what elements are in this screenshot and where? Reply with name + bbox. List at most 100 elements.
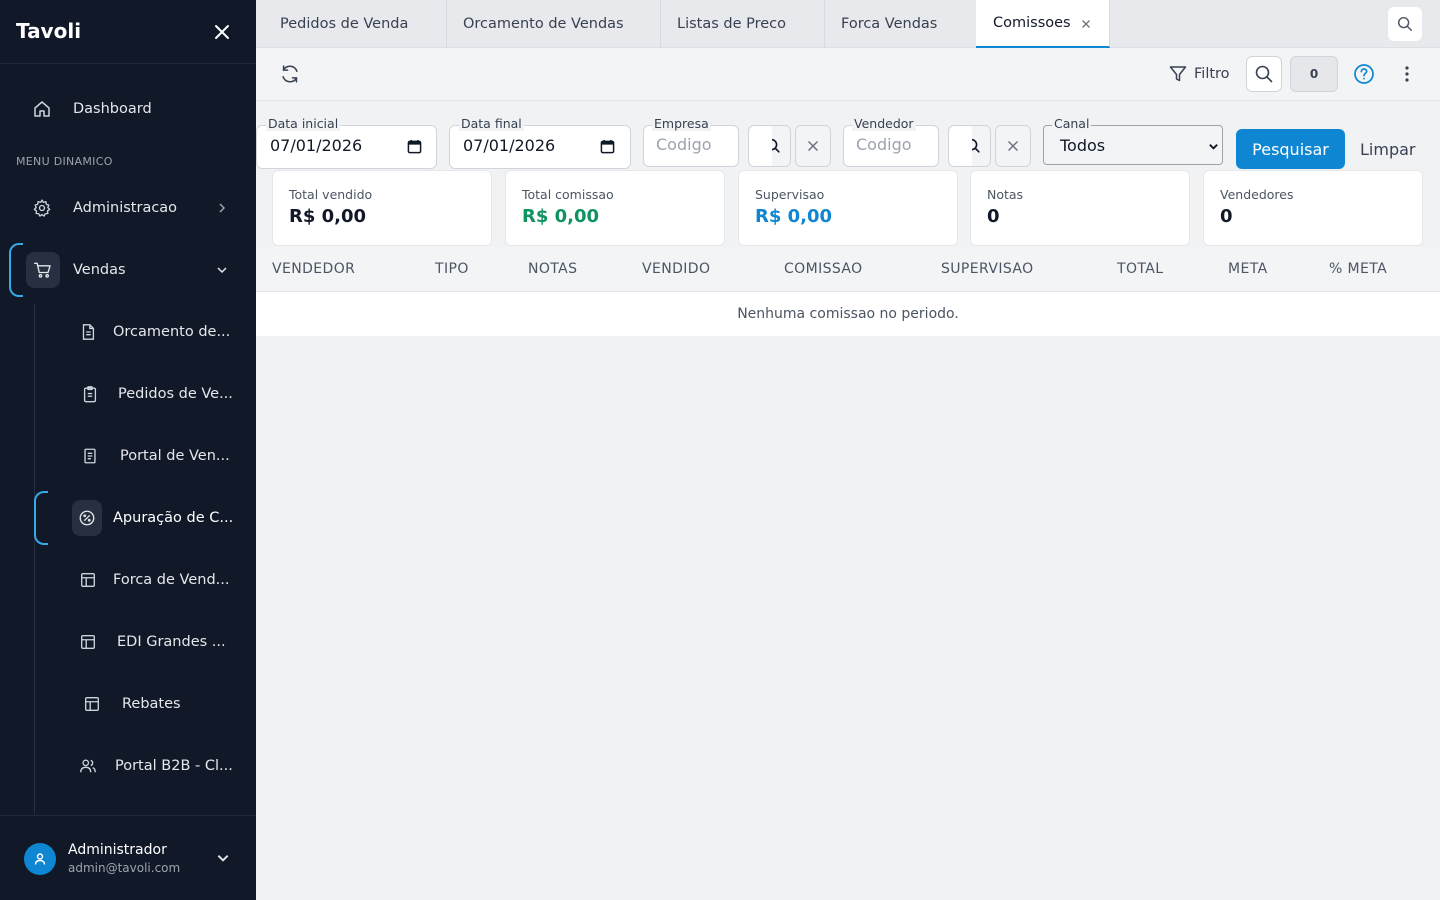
card-value: R$ 0,00 <box>755 206 833 227</box>
column-header-comissao[interactable]: COMISSAO <box>784 261 863 277</box>
refresh-icon <box>282 65 298 83</box>
canal-label: Canal <box>1052 116 1092 131</box>
sidebar-header: Tavoli <box>0 0 256 64</box>
sidebar-subitem-apuracao[interactable]: Apuração de C... <box>72 494 240 542</box>
sidebar-subitem-portal-b2b[interactable]: Portal B2B - Cl... <box>72 742 240 790</box>
data-final-label: Data final <box>459 116 524 131</box>
tab-label: Forca Vendas <box>841 16 938 32</box>
submenu-guide-line <box>34 304 35 814</box>
sidebar-subitem-pedidos[interactable]: Pedidos de Ve... <box>74 370 240 418</box>
tab-label: Orcamento de Vendas <box>463 16 624 32</box>
sidebar-item-label: Orcamento de... <box>113 324 231 340</box>
file-text-icon <box>72 316 104 348</box>
sidebar-item-label: EDI Grandes ... <box>117 634 226 650</box>
search-icon <box>1397 16 1413 32</box>
data-final-value: 07/01/2026 <box>463 136 556 155</box>
pesquisar-button[interactable]: Pesquisar <box>1236 129 1345 169</box>
table-header: VENDEDOR TIPO NOTAS VENDIDO COMISSAO SUP… <box>256 247 1440 292</box>
sidebar-item-label: Rebates <box>122 696 181 712</box>
close-icon <box>807 140 819 152</box>
column-header-vendido[interactable]: VENDIDO <box>642 261 710 277</box>
sidebar-item-dashboard[interactable]: Dashboard <box>26 85 240 133</box>
empresa-label: Empresa <box>652 116 711 131</box>
empresa-placeholder: Codigo <box>656 135 712 154</box>
more-vertical-icon[interactable] <box>1396 63 1418 85</box>
sidebar-item-label: Forca de Vend... <box>113 572 230 588</box>
close-sidebar-icon[interactable] <box>212 22 232 42</box>
search-icon <box>1255 65 1273 83</box>
table-empty-message: Nenhuma comissao no periodo. <box>256 292 1440 336</box>
calendar-icon[interactable] <box>407 139 422 154</box>
layout-icon <box>72 626 104 658</box>
sidebar-subitem-orcamento[interactable]: Orcamento de... <box>72 308 240 356</box>
toolbar-search-button[interactable] <box>1246 56 1282 92</box>
summary-card-supervisao: Supervisao R$ 0,00 <box>738 170 958 246</box>
filter-button[interactable]: Filtro <box>1168 63 1230 85</box>
canal-select[interactable]: Todos <box>1043 125 1223 165</box>
chevron-down-icon[interactable] <box>216 851 230 865</box>
column-header-notas[interactable]: NOTAS <box>528 261 577 277</box>
user-icon <box>34 853 46 865</box>
user-menu[interactable]: Administrador admin@tavoli.com <box>0 815 256 900</box>
active-indicator <box>9 243 23 297</box>
empresa-clear-button[interactable] <box>795 125 831 167</box>
app-logo-text: Tavoli <box>16 19 82 43</box>
canal-selected-value: Todos <box>1060 136 1106 155</box>
calendar-icon[interactable] <box>600 139 615 154</box>
limpar-button[interactable]: Limpar <box>1360 129 1415 169</box>
chevron-right-icon <box>219 203 226 213</box>
tab-listas-preco[interactable]: Listas de Preco <box>660 0 825 48</box>
sidebar-item-administracao[interactable]: Administracao <box>26 184 240 232</box>
card-value: R$ 0,00 <box>522 206 600 227</box>
column-header-total[interactable]: TOTAL <box>1117 261 1163 277</box>
filter-label: Filtro <box>1194 66 1230 82</box>
tab-forca-vendas[interactable]: Forca Vendas <box>824 0 977 48</box>
card-label: Notas <box>987 187 1024 202</box>
close-tab-icon[interactable] <box>1079 17 1093 31</box>
cart-icon <box>26 252 60 288</box>
sidebar-subitem-forca-vendas[interactable]: Forca de Vend... <box>72 556 240 604</box>
layout-icon <box>76 688 108 720</box>
user-email: admin@tavoli.com <box>68 861 181 875</box>
chevron-down-icon <box>217 267 227 274</box>
sidebar-item-label: Dashboard <box>73 101 152 117</box>
sidebar-subitem-rebates[interactable]: Rebates <box>76 680 240 728</box>
vendedor-placeholder: Codigo <box>856 135 912 154</box>
tab-label: Comissoes <box>993 15 1071 31</box>
sidebar-subitem-edi[interactable]: EDI Grandes ... <box>72 618 240 666</box>
card-label: Total vendido <box>289 187 373 202</box>
card-label: Supervisao <box>755 187 825 202</box>
column-header-percent-meta[interactable]: % META <box>1329 261 1387 277</box>
layout-icon <box>72 564 104 596</box>
section-title: MENU DINAMICO <box>16 155 113 168</box>
sidebar-item-label: Portal B2B - Cl... <box>115 758 233 774</box>
summary-card-notas: Notas 0 <box>970 170 1190 246</box>
vendedor-addon <box>948 125 972 167</box>
empresa-addon <box>748 125 772 167</box>
card-value: R$ 0,00 <box>289 206 367 227</box>
sidebar-item-label: Pedidos de Ve... <box>118 386 233 402</box>
card-label: Vendedores <box>1220 187 1294 202</box>
tab-pedidos-venda[interactable]: Pedidos de Venda <box>263 0 447 48</box>
column-header-meta[interactable]: META <box>1228 261 1268 277</box>
tab-comissoes[interactable]: Comissoes <box>976 0 1110 48</box>
tab-orcamento-vendas[interactable]: Orcamento de Vendas <box>446 0 661 48</box>
sidebar-item-vendas[interactable]: Vendas <box>26 246 240 294</box>
close-icon <box>1007 140 1019 152</box>
column-header-tipo[interactable]: TIPO <box>435 261 469 277</box>
sidebar-subitem-portal-vendas[interactable]: Portal de Ven... <box>74 432 240 480</box>
column-header-supervisao[interactable]: SUPERVISAO <box>941 261 1034 277</box>
card-value: 0 <box>1220 206 1233 227</box>
filter-icon <box>1169 66 1187 82</box>
column-header-vendedor[interactable]: VENDEDOR <box>272 261 355 277</box>
gear-icon <box>26 192 58 224</box>
refresh-button[interactable] <box>276 62 304 86</box>
tab-bar: Pedidos de Venda Orcamento de Vendas Lis… <box>256 0 1440 48</box>
avatar <box>24 843 56 875</box>
chevron-down-icon <box>1209 144 1218 150</box>
card-label: Total comissao <box>522 187 614 202</box>
global-search-button[interactable] <box>1388 7 1422 41</box>
filter-count-badge[interactable]: 0 <box>1290 56 1338 92</box>
vendedor-clear-button[interactable] <box>995 125 1031 167</box>
help-icon[interactable] <box>1353 63 1375 85</box>
